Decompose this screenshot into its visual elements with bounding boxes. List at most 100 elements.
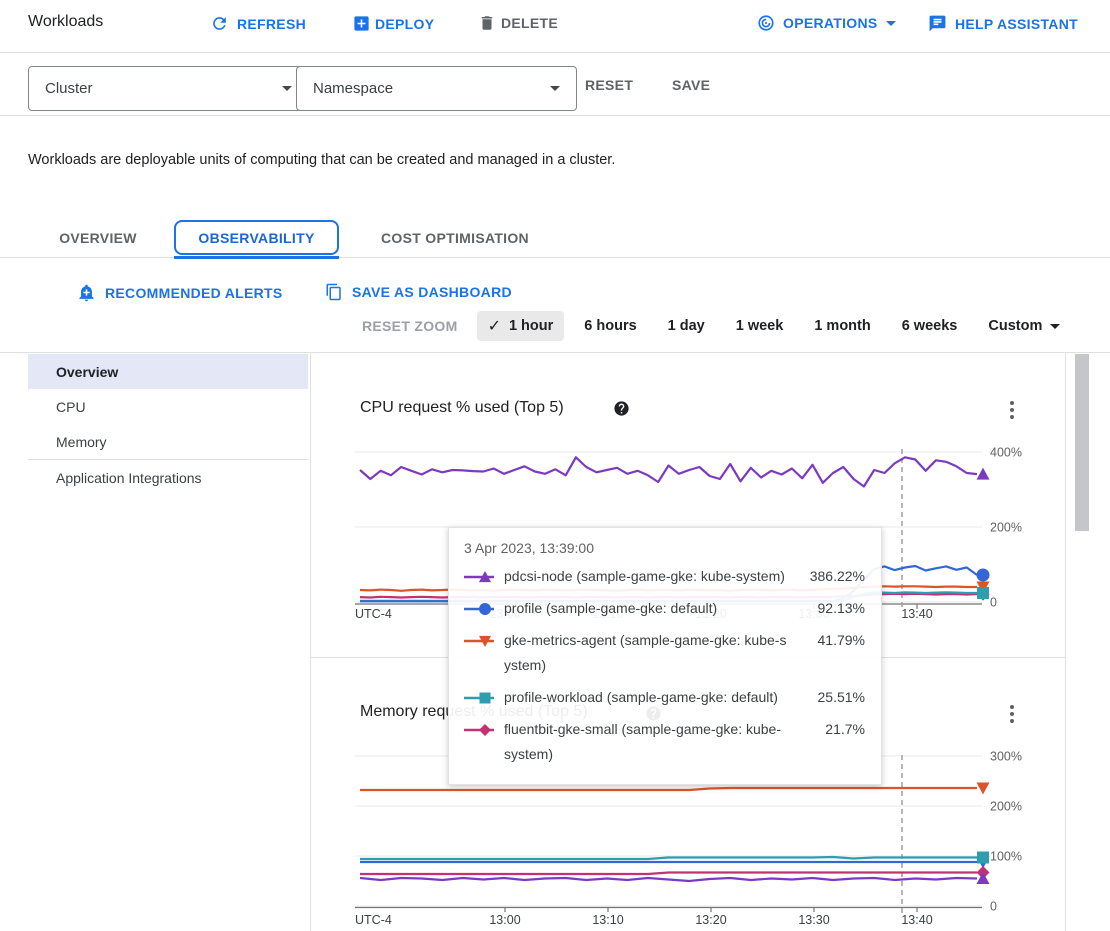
operations-icon (757, 14, 775, 32)
triangle-up-series-marker (464, 564, 504, 589)
tooltip-series-value: 92.13% (787, 596, 865, 621)
deploy-icon (352, 14, 371, 33)
namespace-filter-dropdown[interactable]: Namespace (296, 66, 577, 111)
sidebar-item-overview[interactable]: Overview (28, 354, 308, 389)
dashboard-copy-icon (325, 283, 343, 301)
refresh-button[interactable]: REFRESH (210, 14, 306, 33)
save-filters-button[interactable]: SAVE (672, 77, 710, 93)
timezone-label: UTC-4 (355, 607, 392, 621)
sidebar-item-cpu[interactable]: CPU (28, 389, 308, 424)
time-range-label: 1 week (736, 318, 784, 334)
tooltip-series-label: profile-workload (sample-game-gke: defau… (504, 685, 787, 710)
circle-series-marker (464, 596, 504, 621)
tab-observability[interactable]: OBSERVABILITY (174, 220, 339, 255)
sidebar-item-memory[interactable]: Memory (28, 424, 308, 459)
series-end-marker (977, 782, 990, 794)
page-title: Workloads (28, 13, 103, 31)
deploy-button[interactable]: DEPLOY (352, 14, 434, 33)
chevron-down-icon (1050, 324, 1060, 329)
time-range-bar: RESET ZOOM ✓ 1 hour 6 hours 1 day 1 week 1 mo… (362, 311, 1071, 341)
namespace-filter-label: Namespace (313, 80, 393, 97)
diamond-series-marker (464, 717, 504, 742)
y-axis-label: 400% (990, 446, 1022, 460)
series-end-marker (977, 468, 990, 480)
cpu-chart-menu-button[interactable] (1003, 397, 1021, 423)
x-axis-label: 13:40 (901, 607, 932, 621)
time-range-label: 6 weeks (902, 318, 958, 334)
chevron-down-icon (282, 86, 292, 91)
tooltip-series-label: profile (sample-game-gke: default) (504, 596, 787, 621)
tabs-divider (0, 257, 1110, 258)
time-range-1-day[interactable]: 1 day (657, 311, 716, 341)
time-range-custom[interactable]: Custom (977, 311, 1071, 341)
vertical-scrollbar[interactable] (1075, 354, 1089, 531)
chevron-down-icon (886, 21, 896, 26)
delete-button[interactable]: DELETE (478, 14, 558, 32)
operations-label: OPERATIONS (783, 15, 878, 31)
tooltip-timestamp: 3 Apr 2023, 13:39:00 (464, 540, 865, 556)
y-axis-label: 0 (990, 596, 997, 610)
time-range-label: 1 hour (509, 318, 553, 334)
tooltip-series-label: pdcsi-node (sample-game-gke: kube-system… (504, 564, 787, 589)
refresh-label: REFRESH (237, 16, 306, 32)
series-line (360, 788, 977, 790)
help-icon[interactable] (613, 400, 630, 417)
tooltip-series-label: fluentbit-gke-small (sample-game-gke: ku… (504, 717, 787, 767)
x-axis-label: 13:20 (695, 913, 726, 927)
cluster-filter-label: Cluster (45, 80, 93, 97)
y-axis-label: 0 (990, 900, 997, 914)
reset-zoom-button[interactable]: RESET ZOOM (362, 318, 458, 334)
operations-menu-button[interactable]: OPERATIONS (757, 14, 896, 32)
save-as-dashboard-label: SAVE AS DASHBOARD (352, 284, 512, 300)
delete-label: DELETE (501, 15, 558, 31)
tooltip-series-row: profile (sample-game-gke: default)92.13% (464, 596, 865, 621)
help-assistant-button[interactable]: HELP ASSISTANT (928, 14, 1078, 33)
series-line (360, 457, 977, 486)
time-range-label: 1 month (814, 318, 870, 334)
tooltip-series-label: gke-metrics-agent (sample-game-gke: kube… (504, 628, 787, 678)
tooltip-series-row: profile-workload (sample-game-gke: defau… (464, 685, 865, 710)
help-assistant-label: HELP ASSISTANT (955, 16, 1078, 32)
tooltip-series-row: pdcsi-node (sample-game-gke: kube-system… (464, 564, 865, 589)
x-axis-label: 13:00 (489, 913, 520, 927)
timezone-label: UTC-4 (355, 913, 392, 927)
time-range-6-hours[interactable]: 6 hours (573, 311, 647, 341)
time-range-1-hour[interactable]: ✓ 1 hour (477, 311, 565, 341)
x-axis-label: 13:30 (798, 913, 829, 927)
tooltip-series-row: gke-metrics-agent (sample-game-gke: kube… (464, 628, 865, 678)
page-description: Workloads are deployable units of comput… (28, 148, 643, 173)
check-icon: ✓ (488, 316, 501, 336)
header-divider (0, 52, 1110, 53)
tab-cost-optimisation[interactable]: COST OPTIMISATION (356, 222, 554, 254)
recommended-alerts-label: RECOMMENDED ALERTS (105, 285, 283, 301)
custom-label: Custom (988, 318, 1042, 334)
delete-icon (478, 14, 496, 32)
memory-chart-menu-button[interactable] (1003, 701, 1021, 727)
y-axis-label: 200% (990, 800, 1022, 814)
cluster-filter-dropdown[interactable]: Cluster (28, 66, 309, 111)
series-end-marker (977, 569, 990, 582)
time-range-1-week[interactable]: 1 week (725, 311, 795, 341)
deploy-label: DEPLOY (375, 16, 434, 32)
content-top-divider (0, 352, 1110, 353)
sidebar-border (310, 352, 311, 931)
series-line (360, 873, 977, 875)
chevron-down-icon (550, 86, 560, 91)
reset-filters-button[interactable]: RESET (585, 77, 633, 93)
time-range-label: 6 hours (584, 318, 636, 334)
recommended-alerts-button[interactable]: RECOMMENDED ALERTS (77, 283, 283, 302)
time-range-1-month[interactable]: 1 month (803, 311, 881, 341)
sidebar-item-application-integrations[interactable]: Application Integrations (28, 460, 308, 495)
series-end-marker (977, 587, 989, 599)
time-range-6-weeks[interactable]: 6 weeks (891, 311, 969, 341)
y-axis-label: 200% (990, 521, 1022, 535)
alert-bell-plus-icon (77, 283, 96, 302)
y-axis-label: 100% (990, 850, 1022, 864)
tab-overview[interactable]: OVERVIEW (28, 222, 168, 254)
y-axis-label: 300% (990, 750, 1022, 764)
save-as-dashboard-button[interactable]: SAVE AS DASHBOARD (325, 283, 512, 301)
tooltip-series-row: fluentbit-gke-small (sample-game-gke: ku… (464, 717, 865, 767)
tooltip-series-value: 41.79% (787, 628, 865, 653)
filterbar-divider (0, 115, 1110, 116)
square-series-marker (464, 685, 504, 710)
